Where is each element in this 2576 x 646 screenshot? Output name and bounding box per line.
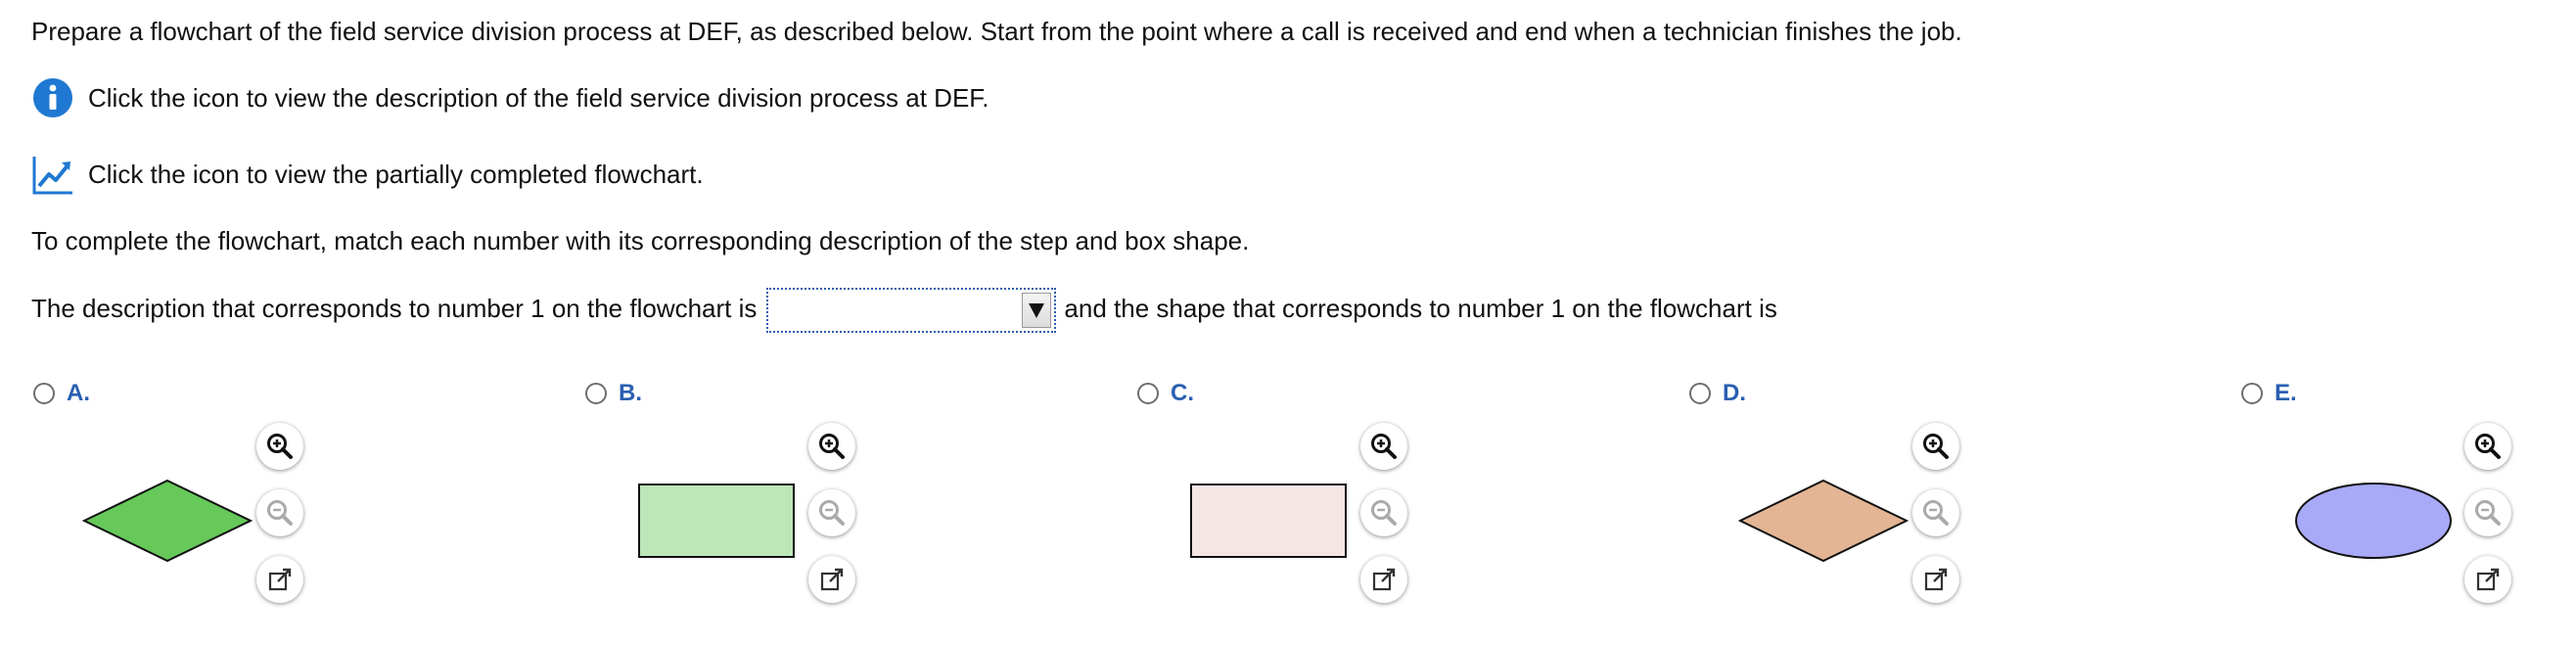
ellipse-shape (2294, 482, 2453, 565)
info-icon[interactable] (31, 76, 74, 119)
radio-button[interactable] (585, 383, 607, 404)
option-letter: A. (67, 380, 90, 406)
answer-option[interactable]: A. (33, 380, 425, 624)
radio-button[interactable] (1137, 383, 1159, 404)
rectangle-shape (1190, 484, 1347, 563)
popout-icon[interactable] (2464, 556, 2511, 603)
chart-icon[interactable] (31, 153, 74, 196)
answer-option[interactable]: B. (585, 380, 977, 624)
answer-option[interactable]: D. (1689, 380, 2081, 624)
question-prefix: The description that corresponds to numb… (31, 294, 758, 323)
chart-row: Click the icon to view the partially com… (31, 153, 704, 196)
zoom-in-icon[interactable] (2464, 423, 2511, 470)
dropdown-arrow-icon[interactable] (1022, 293, 1052, 329)
diamond-shape (81, 479, 253, 568)
popout-icon[interactable] (256, 556, 303, 603)
rectangle-shape (638, 484, 795, 563)
question-suffix: and the shape that corresponds to number… (1064, 294, 1777, 323)
question-row: The description that corresponds to numb… (31, 286, 1777, 334)
zoom-out-icon[interactable] (808, 489, 855, 536)
option-letter: D. (1723, 380, 1746, 406)
info-text: Click the icon to view the description o… (88, 83, 989, 113)
radio-button[interactable] (1689, 383, 1711, 404)
zoom-out-icon[interactable] (1912, 489, 1959, 536)
popout-icon[interactable] (808, 556, 855, 603)
chart-text: Click the icon to view the partially com… (88, 160, 704, 189)
answer-option[interactable]: E. (2241, 380, 2576, 624)
zoom-in-icon[interactable] (256, 423, 303, 470)
instruction-text: To complete the flowchart, match each nu… (31, 226, 1250, 255)
option-letter: E. (2275, 380, 2297, 406)
zoom-out-icon[interactable] (2464, 489, 2511, 536)
info-row: Click the icon to view the description o… (31, 76, 989, 119)
option-radio-row[interactable]: E. (2241, 380, 2297, 407)
answer-option[interactable]: C. (1137, 380, 1529, 624)
zoom-in-icon[interactable] (1912, 423, 1959, 470)
radio-button[interactable] (2241, 383, 2263, 404)
option-letter: C. (1171, 380, 1194, 406)
zoom-out-icon[interactable] (256, 489, 303, 536)
zoom-in-icon[interactable] (1360, 423, 1407, 470)
description-dropdown[interactable] (766, 288, 1057, 334)
option-radio-row[interactable]: A. (33, 380, 90, 407)
option-radio-row[interactable]: B. (585, 380, 642, 407)
zoom-in-icon[interactable] (808, 423, 855, 470)
popout-icon[interactable] (1912, 556, 1959, 603)
option-radio-row[interactable]: D. (1689, 380, 1746, 407)
option-radio-row[interactable]: C. (1137, 380, 1194, 407)
radio-button[interactable] (33, 383, 55, 404)
option-letter: B. (619, 380, 642, 406)
zoom-out-icon[interactable] (1360, 489, 1407, 536)
diamond-shape (1737, 479, 1909, 568)
instruction-text: Prepare a flowchart of the field service… (31, 17, 1962, 46)
popout-icon[interactable] (1360, 556, 1407, 603)
